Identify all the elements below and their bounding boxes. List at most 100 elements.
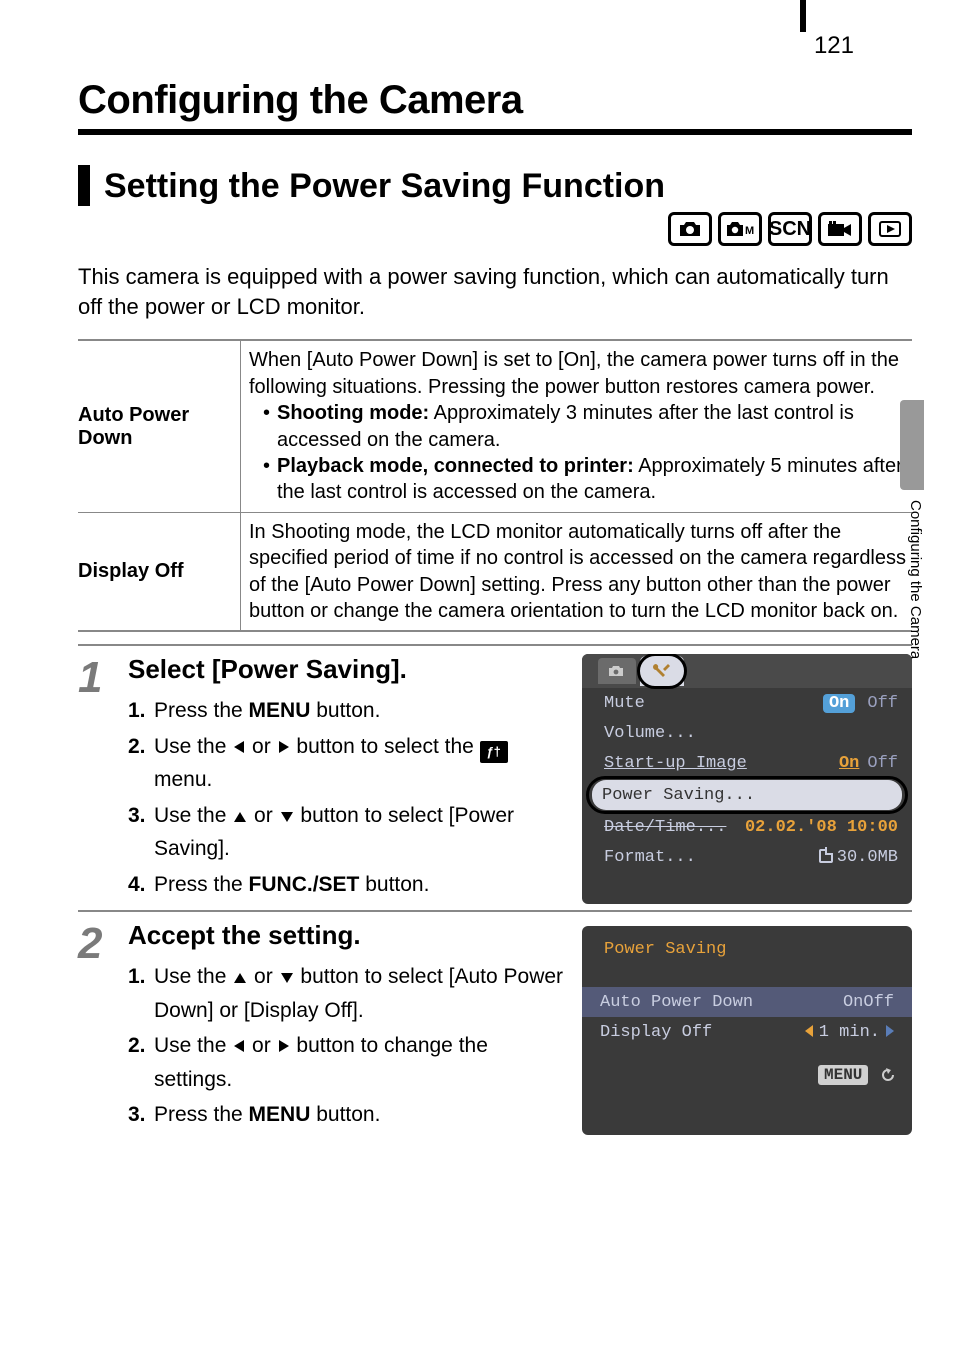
mode-scn-icon: SCN — [768, 212, 812, 246]
lcd-row-startup-image: Start-up ImageOnOff — [582, 748, 912, 778]
lcd-value-off: Off — [867, 754, 898, 773]
apd-b2-head: Playback mode, connected to printer: — [277, 455, 634, 477]
s1l1-menu: MENU — [249, 699, 311, 722]
step-2-title: Accept the setting. — [128, 920, 568, 951]
s1l4-a: Press the — [154, 873, 249, 896]
s2l1-b: or — [248, 965, 278, 988]
lcd-value-off: Off — [863, 993, 894, 1012]
right-triangle-icon — [886, 1025, 894, 1037]
lcd-tab-camera-icon — [598, 658, 636, 684]
list-number: 1. — [128, 961, 154, 1026]
list-number: 3. — [128, 800, 154, 865]
mode-movie-icon — [818, 212, 862, 246]
row-label-auto-power-down: Auto Power Down — [78, 341, 240, 511]
heading-rule — [78, 129, 912, 135]
lcd2-menu-hint: MENU — [582, 1047, 912, 1089]
list-number: 4. — [128, 869, 154, 901]
down-arrow-icon — [279, 802, 295, 834]
s2l1-a: Use the — [154, 965, 232, 988]
mode-auto-camera-icon — [668, 212, 712, 246]
lcd-tab-row — [582, 654, 912, 688]
thumb-tab — [900, 400, 924, 490]
section-heading: Setting the Power Saving Function — [104, 165, 665, 206]
s2l3-c: button. — [310, 1103, 380, 1126]
s1l1-a: Press the — [154, 699, 249, 722]
s1l2-c: button to select the — [291, 735, 480, 758]
s1l3-b: or — [248, 804, 278, 827]
s1l1-c: button. — [310, 699, 380, 722]
svg-text:M: M — [745, 225, 754, 237]
table-row: Auto Power Down When [Auto Power Down] i… — [78, 341, 912, 511]
right-arrow-icon — [277, 1032, 291, 1064]
mode-manual-camera-icon: M — [718, 212, 762, 246]
s2l2-b: or — [246, 1034, 276, 1057]
apd-pretext: When [Auto Power Down] is set to [On], t… — [249, 349, 899, 397]
lcd2-row-auto-power-down: Auto Power DownOnOff — [582, 987, 912, 1017]
lcd2-row-display-off: Display Off1 min. — [582, 1017, 912, 1047]
lcd-value-on: On — [843, 993, 863, 1012]
s1l2-a: Use the — [154, 735, 232, 758]
bullet-dot: • — [263, 400, 277, 453]
page-number: 121 — [814, 32, 854, 60]
apd-b1-head: Shooting mode: — [277, 402, 429, 424]
lcd-power-saving-screenshot: Power Saving Auto Power DownOnOff Displa… — [582, 926, 912, 1135]
chapter-heading: Configuring the Camera — [78, 78, 912, 123]
lcd-setup-menu-screenshot: MuteOnOff Volume... Start-up ImageOnOff … — [582, 654, 912, 904]
lcd2-display-off-value: 1 min. — [819, 1023, 880, 1042]
heading-bar — [78, 165, 90, 206]
left-arrow-icon — [232, 733, 246, 765]
s1l2-d: menu. — [154, 768, 212, 791]
left-triangle-icon — [805, 1025, 813, 1037]
lcd-row-format: Format...30.0MB — [582, 842, 912, 872]
lcd-value-on: On — [839, 754, 859, 773]
step-1: 1 Select [Power Saving]. 1.Press the MEN… — [78, 644, 912, 904]
lcd-value-on: On — [823, 694, 855, 713]
mode-icons-row: M SCN — [78, 212, 912, 246]
section-heading-block: Setting the Power Saving Function — [78, 165, 912, 206]
side-chapter-label: Configuring the Camera — [907, 500, 924, 659]
mode-playback-icon — [868, 212, 912, 246]
list-number: 2. — [128, 731, 154, 796]
steps-block: 1 Select [Power Saving]. 1.Press the MEN… — [78, 644, 912, 1135]
power-saving-table: Auto Power Down When [Auto Power Down] i… — [78, 339, 912, 632]
lcd-datetime-value: 02.02.'08 10:00 — [745, 818, 898, 837]
step-number: 1 — [78, 654, 128, 904]
step-number: 2 — [78, 920, 128, 1135]
s2l2-a: Use the — [154, 1034, 232, 1057]
menu-button-label: MENU — [818, 1065, 868, 1085]
s1l2-b: or — [246, 735, 276, 758]
card-icon — [819, 849, 833, 863]
s1l3-a: Use the — [154, 804, 232, 827]
down-arrow-icon — [279, 963, 295, 995]
lcd-row-mute: MuteOnOff — [582, 688, 912, 718]
row-label-display-off: Display Off — [78, 513, 240, 631]
lcd2-title: Power Saving — [582, 940, 912, 973]
table-row: Display Off In Shooting mode, the LCD mo… — [78, 512, 912, 631]
list-number: 2. — [128, 1030, 154, 1095]
list-number: 3. — [128, 1099, 154, 1131]
lcd-row-date-time: Date/Time...02.02.'08 10:00 — [582, 812, 912, 842]
intro-text: This camera is equipped with a power sav… — [78, 262, 912, 321]
s2l3-menu: MENU — [249, 1103, 311, 1126]
lcd-format-size: 30.0MB — [837, 848, 898, 867]
s1l4-c: button. — [359, 873, 429, 896]
step-1-title: Select [Power Saving]. — [128, 654, 568, 685]
tools-menu-icon: ƒ† — [480, 741, 508, 763]
chapter-heading-block: Configuring the Camera — [78, 78, 912, 135]
page-edge-tick — [800, 0, 806, 32]
lcd-value-off: Off — [867, 694, 898, 713]
s1l4-funcset: FUNC./SET — [249, 873, 360, 896]
up-arrow-icon — [232, 963, 248, 995]
right-arrow-icon — [277, 733, 291, 765]
lcd-row-power-saving-highlighted: Power Saving... — [592, 780, 902, 810]
left-arrow-icon — [232, 1032, 246, 1064]
row-desc-auto-power-down: When [Auto Power Down] is set to [On], t… — [240, 341, 912, 511]
s2l3-a: Press the — [154, 1103, 249, 1126]
list-number: 1. — [128, 695, 154, 727]
lcd-row-volume: Volume... — [582, 718, 912, 748]
step-2: 2 Accept the setting. 1.Use the or butto… — [78, 910, 912, 1135]
row-desc-display-off: In Shooting mode, the LCD monitor automa… — [240, 513, 912, 631]
bullet-dot: • — [263, 453, 277, 506]
lcd-tab-tools-icon — [640, 656, 684, 686]
manual-page: 121 Configuring the Camera Setting the P… — [0, 0, 954, 1351]
